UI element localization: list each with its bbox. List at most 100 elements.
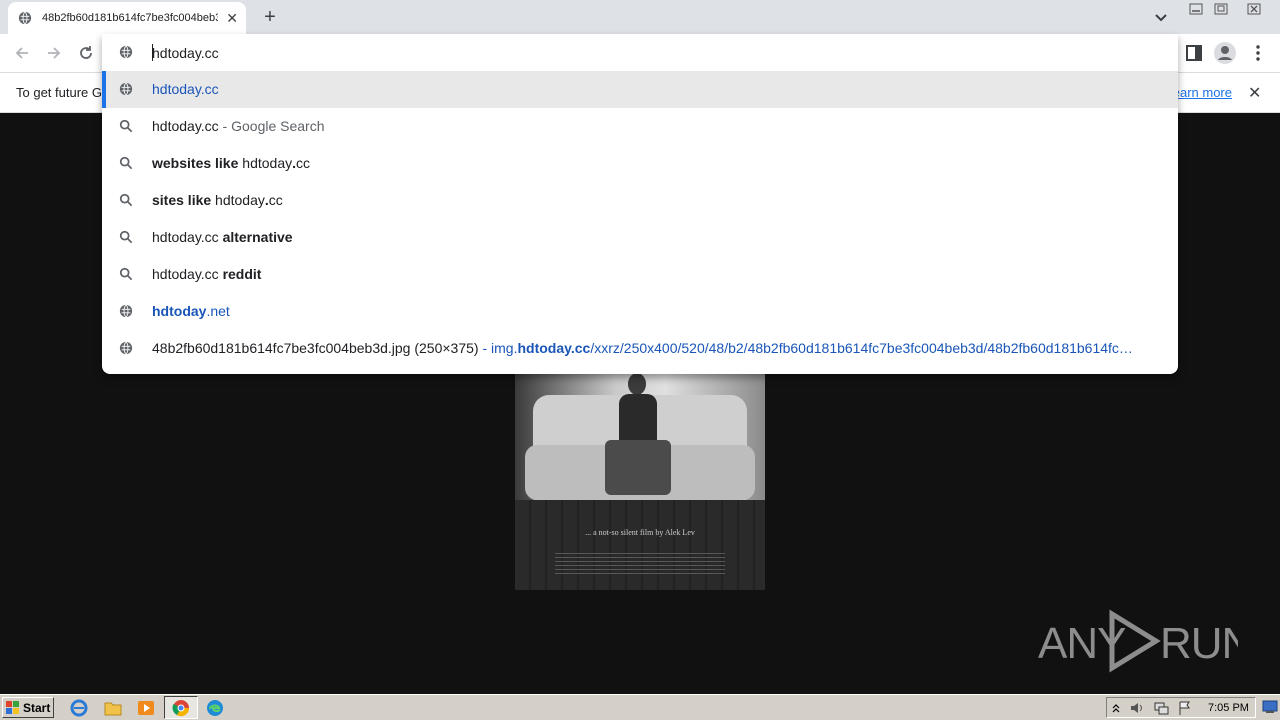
suggestion-text-part: hdtoday.cc bbox=[152, 266, 223, 282]
omnibox-suggestion[interactable]: websites like hdtoday.cc bbox=[102, 145, 1178, 182]
new-tab-button[interactable]: + bbox=[258, 5, 282, 29]
side-panel-button[interactable] bbox=[1182, 41, 1206, 65]
suggestion-text: hdtoday.cc - Google Search bbox=[152, 118, 325, 134]
suggestion-text-part: sites like bbox=[152, 192, 216, 208]
forward-button[interactable] bbox=[42, 41, 66, 65]
network-icon[interactable] bbox=[1153, 700, 1169, 716]
avatar-icon bbox=[1214, 42, 1236, 64]
suggestion-text-part: hdtoday bbox=[215, 192, 265, 208]
suggestion-text-part: hdtoday.cc bbox=[152, 81, 219, 97]
clock[interactable]: 7:05 PM bbox=[1208, 702, 1249, 714]
poster-person-head bbox=[628, 373, 646, 395]
omnibox-suggestion[interactable]: hdtoday.cc - Google Search bbox=[102, 108, 1178, 145]
suggestion-text-part: websites like bbox=[152, 155, 243, 171]
show-desktop-icon[interactable] bbox=[1262, 700, 1278, 714]
search-icon bbox=[119, 267, 133, 281]
folder-icon bbox=[104, 702, 122, 716]
explorer-taskbar-button[interactable] bbox=[104, 699, 122, 717]
suggestion-text-part: /xxrz/250x400/520/48/b2/48b2fb60d181b614… bbox=[590, 340, 1133, 356]
suggestion-text: hdtoday.cc bbox=[152, 81, 219, 97]
window-close-button[interactable] bbox=[1240, 0, 1268, 18]
suggestion-text-part: .net bbox=[206, 303, 230, 319]
tab-title: 48b2fb60d181b614fc7be3fc004beb3d.jpg bbox=[42, 12, 218, 24]
omnibox-suggestion[interactable]: 48b2fb60d181b614fc7be3fc004beb3d.jpg (25… bbox=[102, 330, 1178, 367]
edge-taskbar-button[interactable] bbox=[206, 699, 224, 717]
media-player-taskbar-button[interactable] bbox=[137, 699, 155, 717]
omnibox-suggestion[interactable]: hdtoday.cc alternative bbox=[102, 219, 1178, 256]
search-icon bbox=[119, 193, 133, 207]
media-player-icon bbox=[138, 701, 154, 715]
anyrun-logo: ANY RUN bbox=[1038, 609, 1253, 673]
suggestion-text-part: hdtoday.cc bbox=[152, 229, 223, 245]
poster-image: ... a not-so silent film by Alek Lev bbox=[515, 340, 765, 590]
windows-flag-icon bbox=[6, 701, 19, 714]
edge-icon bbox=[207, 700, 223, 716]
info-bar-text: To get future G bbox=[16, 85, 102, 100]
suggestion-text-part: alternative bbox=[222, 229, 293, 245]
suggestion-text-part: hdtoday bbox=[152, 303, 207, 319]
suggestion-text: websites like hdtoday.cc bbox=[152, 155, 310, 171]
menu-button[interactable] bbox=[1246, 41, 1270, 65]
suggestion-text-part: - Google Search bbox=[218, 118, 325, 134]
tab-strip: 48b2fb60d181b614fc7be3fc004beb3d.jpg ✕ + bbox=[0, 0, 1280, 34]
suggestion-text: sites like hdtoday.cc bbox=[152, 192, 283, 208]
start-button[interactable]: Start bbox=[2, 697, 54, 718]
tab-active[interactable]: 48b2fb60d181b614fc7be3fc004beb3d.jpg ✕ bbox=[8, 2, 246, 34]
omnibox-input-row bbox=[102, 34, 1178, 71]
chevron-down-icon bbox=[1155, 14, 1167, 22]
start-label: Start bbox=[23, 700, 51, 715]
suggestion-text-part: hdtoday.cc bbox=[152, 118, 219, 134]
taskbar: Start 7:05 PM bbox=[0, 694, 1280, 720]
suggestion-text-part: hdtoday bbox=[242, 155, 293, 171]
learn-more-link[interactable]: Learn more bbox=[1170, 85, 1232, 100]
suggestion-text-part: - img. bbox=[478, 340, 518, 356]
globe-icon bbox=[119, 341, 133, 355]
anyrun-watermark: ANY RUN bbox=[1038, 606, 1253, 676]
suggestion-text-part: 48b2fb60d181b614fc7be3fc004beb3d.jpg (25… bbox=[152, 340, 479, 356]
back-arrow-icon bbox=[15, 47, 28, 59]
search-icon bbox=[119, 156, 133, 170]
back-button[interactable] bbox=[10, 41, 34, 65]
omnibox-suggestion[interactable]: hdtoday.net bbox=[102, 293, 1178, 330]
side-panel-icon bbox=[1186, 45, 1202, 61]
chrome-icon bbox=[172, 700, 190, 717]
omnibox-suggestion[interactable]: sites like hdtoday.cc bbox=[102, 182, 1178, 219]
globe-icon bbox=[119, 304, 133, 318]
globe-icon bbox=[18, 11, 32, 25]
suggestion-text: 48b2fb60d181b614fc7be3fc004beb3d.jpg (25… bbox=[152, 340, 1133, 356]
action-center-flag-icon[interactable] bbox=[1177, 700, 1193, 716]
suggestion-text: hdtoday.cc alternative bbox=[152, 229, 293, 245]
chevron-up-icon[interactable] bbox=[1111, 701, 1121, 715]
reload-button[interactable] bbox=[74, 41, 98, 65]
omnibox-suggestion[interactable]: hdtoday.cc reddit bbox=[102, 256, 1178, 293]
tab-close-button[interactable]: ✕ bbox=[226, 9, 238, 27]
profile-button[interactable] bbox=[1213, 41, 1237, 65]
suggestion-text: hdtoday.net bbox=[152, 303, 230, 319]
omnibox-suggestion[interactable]: hdtoday.cc bbox=[102, 71, 1178, 108]
tab-search-button[interactable] bbox=[1150, 6, 1172, 28]
address-bar-input[interactable] bbox=[152, 43, 1132, 63]
internet-explorer-icon bbox=[70, 699, 88, 717]
info-bar-close-button[interactable]: ✕ bbox=[1248, 83, 1261, 103]
omnibox-popup: hdtoday.cchdtoday.cc - Google Searchwebs… bbox=[102, 34, 1178, 374]
search-icon bbox=[119, 230, 133, 244]
poster-tagline: ... a not-so silent film by Alek Lev bbox=[585, 528, 695, 537]
poster-floor bbox=[515, 500, 765, 590]
search-icon bbox=[119, 119, 133, 133]
suggestion-text: hdtoday.cc reddit bbox=[152, 266, 261, 282]
selection-indicator bbox=[102, 71, 106, 108]
globe-icon bbox=[119, 82, 133, 96]
system-tray: 7:05 PM bbox=[1106, 697, 1256, 718]
restore-button[interactable] bbox=[1207, 0, 1235, 18]
close-icon bbox=[1247, 3, 1261, 15]
minimize-button[interactable] bbox=[1182, 0, 1210, 18]
text-caret bbox=[152, 44, 153, 61]
suggestion-text-part: reddit bbox=[222, 266, 262, 282]
forward-arrow-icon bbox=[48, 47, 61, 59]
ie-taskbar-button[interactable] bbox=[70, 699, 88, 717]
svg-text:RUN: RUN bbox=[1160, 619, 1238, 668]
chrome-taskbar-button[interactable] bbox=[164, 696, 198, 719]
suggestion-text-part: cc bbox=[268, 192, 283, 208]
globe-icon bbox=[119, 45, 133, 59]
volume-icon[interactable] bbox=[1129, 700, 1145, 716]
